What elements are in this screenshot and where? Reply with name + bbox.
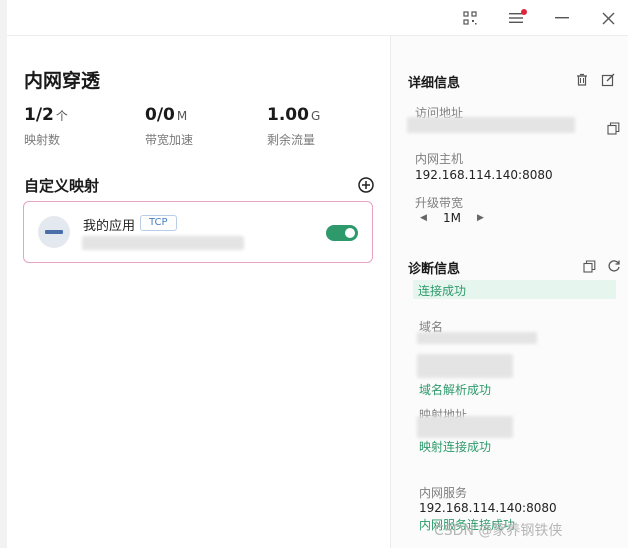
qrcode-icon[interactable] — [456, 6, 484, 30]
left-panel: 内网穿透 1/2 个 映射数 0/0 M 带宽加速 1.00 G 剩余流量 自定义映射… — [7, 36, 391, 548]
refresh-icon[interactable] — [607, 258, 621, 272]
intranet-host-label: 内网主机 — [415, 152, 464, 166]
copy-address-icon[interactable] — [607, 120, 621, 135]
stat-bandwidth-label: 带宽加速 — [145, 133, 194, 147]
stat-bandwidth: 0/0 M 带宽加速 — [145, 105, 193, 148]
stat-mappings-label: 映射数 — [24, 133, 61, 147]
intranet-service-label: 内网服务 — [419, 486, 468, 500]
close-icon[interactable] — [594, 6, 622, 30]
stat-mappings-unit: 个 — [55, 109, 68, 123]
notification-dot — [521, 9, 527, 15]
app-avatar-icon — [38, 216, 70, 248]
stat-mappings: 1/2 个 映射数 — [24, 105, 68, 148]
stat-traffic: 1.00 G 剩余流量 — [267, 105, 320, 148]
stat-traffic-label: 剩余流量 — [267, 133, 316, 147]
intranet-service-value: 192.168.114.140:8080 — [419, 501, 557, 515]
redacted-access-address — [407, 117, 575, 133]
redacted-address — [82, 236, 244, 250]
app-window: 内网穿透 1/2 个 映射数 0/0 M 带宽加速 1.00 G 剩余流量 自定义映射… — [7, 0, 628, 548]
redacted-ip — [417, 354, 513, 378]
diag-status-text: 连接成功 — [418, 284, 467, 298]
delete-icon[interactable] — [575, 72, 589, 86]
bandwidth-label: 升级带宽 — [415, 196, 464, 210]
add-mapping-icon[interactable] — [357, 176, 375, 194]
mapping-card[interactable]: 我的应用 TCP — [23, 201, 373, 263]
right-panel: 详细信息 访问地址 内网主机 192.168.114.140:8080 升级带宽… — [391, 36, 628, 548]
bandwidth-increase-icon[interactable]: ▶ — [477, 213, 484, 223]
domain-ok-text: 域名解析成功 — [419, 383, 492, 397]
mapping-enable-toggle[interactable] — [326, 225, 358, 241]
protocol-badge: TCP — [140, 215, 177, 231]
stat-traffic-unit: G — [310, 109, 321, 123]
edit-icon[interactable] — [601, 72, 615, 87]
diag-status-bar: 连接成功 — [413, 280, 616, 299]
redacted-mapping-address — [417, 416, 513, 438]
mapping-ok-text: 映射连接成功 — [419, 440, 492, 454]
intranet-host-value: 192.168.114.140:8080 — [415, 168, 553, 182]
watermark: CSDN @家养钢铁侠 — [434, 523, 563, 539]
details-title: 详细信息 — [408, 76, 461, 91]
mapping-name: 我的应用 — [83, 219, 136, 234]
menu-icon[interactable] — [502, 6, 530, 30]
bandwidth-value: 1M — [443, 211, 461, 225]
copy-diag-icon[interactable] — [583, 258, 597, 273]
custom-mapping-title: 自定义映射 — [24, 177, 100, 195]
redacted-domain — [417, 332, 537, 344]
stat-bandwidth-value: 0/0 — [145, 105, 175, 125]
page-title: 内网穿透 — [24, 70, 101, 92]
minimize-icon[interactable] — [548, 6, 576, 30]
stat-traffic-value: 1.00 — [267, 105, 309, 125]
diag-title: 诊断信息 — [408, 262, 461, 277]
title-bar — [7, 0, 628, 36]
stat-bandwidth-unit: M — [176, 109, 188, 123]
stat-mappings-value: 1/2 — [24, 105, 54, 125]
bandwidth-decrease-icon[interactable]: ◀ — [420, 213, 427, 223]
